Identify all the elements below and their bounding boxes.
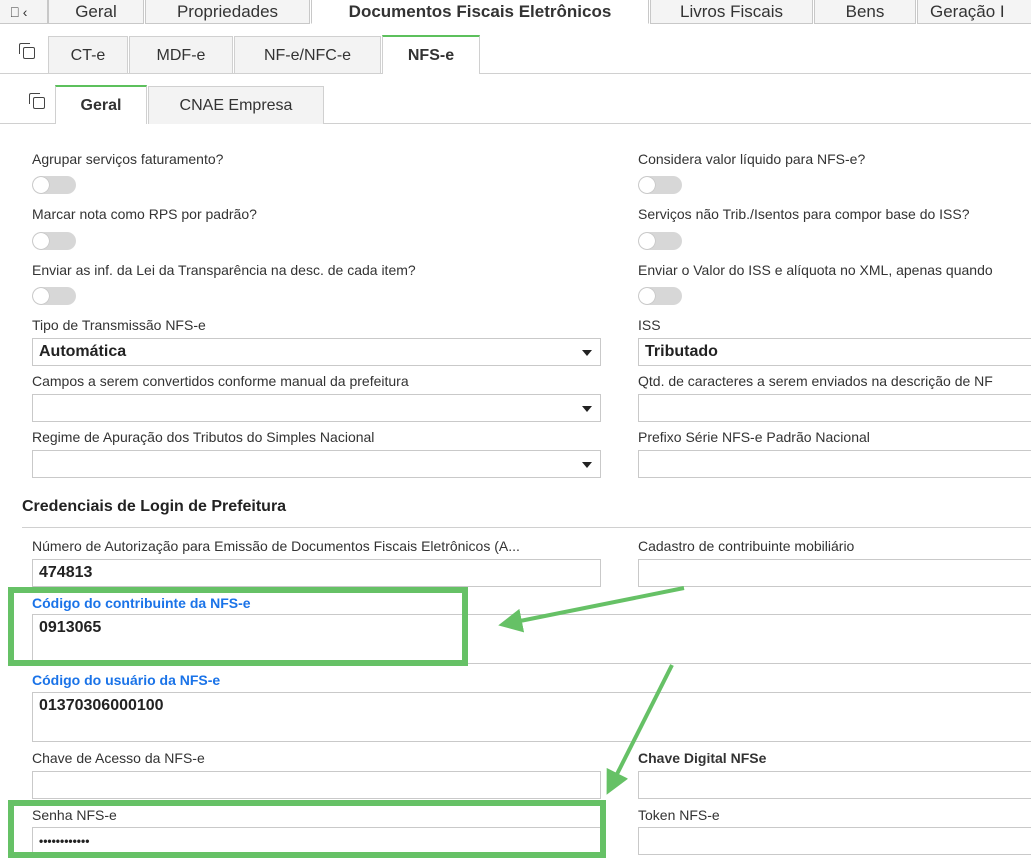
annotation-arrows	[498, 586, 685, 795]
arrow-to-senha	[606, 664, 674, 795]
arrow-to-contribuinte	[498, 586, 685, 633]
